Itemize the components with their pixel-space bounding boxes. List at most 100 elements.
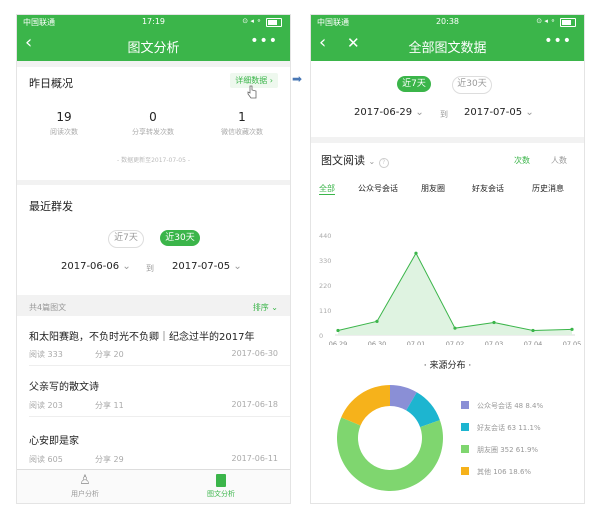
chevron-down-icon: ⌄ xyxy=(368,157,376,166)
donut-chart xyxy=(337,385,443,491)
date-from-text: 2017-06-06 xyxy=(61,261,120,272)
hand-cursor-icon xyxy=(247,85,257,99)
donut-title: · 来源分布 · xyxy=(423,361,472,371)
legend-swatch xyxy=(461,445,469,453)
article-share: 分享 29 xyxy=(95,455,124,464)
legend-text: 公众号会话 48 8.4% xyxy=(477,402,544,410)
article-title: 父亲写的散文诗 xyxy=(29,382,99,393)
stat-label: 阅读次数 xyxy=(50,128,78,136)
user-icon: ♙ xyxy=(79,473,91,488)
legend-text: 其他 106 18.6% xyxy=(477,468,532,476)
legend-text: 朋友圈 352 61.9% xyxy=(477,446,539,454)
data-point xyxy=(453,326,457,330)
date-from-text: 2017-06-29 xyxy=(354,107,413,118)
article-read: 阅读 605 xyxy=(29,455,63,464)
legend-swatch xyxy=(461,401,469,409)
page-title: 图文分析 xyxy=(127,41,180,56)
legend-item: 朋友圈 352 61.9% xyxy=(461,445,538,455)
date-to[interactable]: 2017-07-05 ⌄ xyxy=(464,107,534,118)
x-tick-label: 06.30 xyxy=(368,340,387,345)
date-to-text: 2017-07-05 xyxy=(172,261,231,272)
divider xyxy=(29,416,290,417)
tab-7-days[interactable]: 近7天 xyxy=(397,76,431,92)
article-read: 阅读 333 xyxy=(29,350,63,359)
article-title: 和太阳赛跑，不负时光不负卿｜纪念过半的2017年 xyxy=(29,332,255,343)
document-icon xyxy=(216,474,226,487)
tab-bar: ♙ 用户分析 图文分析 xyxy=(17,469,290,503)
line-chart: 440 330 220 110 0 06.29 06.30 07.01 07.02 07.03 07… xyxy=(319,232,582,345)
data-point xyxy=(492,320,496,325)
y-tick-label: 0 xyxy=(319,332,323,340)
arrow-right-icon: ➡ xyxy=(292,72,303,86)
source-tab-all[interactable]: 全部 xyxy=(319,183,335,195)
section-title[interactable]: 图文阅读 ⌄ ? xyxy=(321,152,389,168)
date-from[interactable]: 2017-06-06 ⌄ xyxy=(61,261,131,272)
legend-swatch xyxy=(461,467,469,475)
date-to[interactable]: 2017-07-05 ⌄ xyxy=(172,261,242,272)
donut-slice xyxy=(341,385,390,426)
date-from[interactable]: 2017-06-29 ⌄ xyxy=(354,107,424,118)
legend-item: 其他 106 18.6% xyxy=(461,467,531,477)
overview-title: 昨日概况 xyxy=(29,77,73,90)
tab-30-days[interactable]: 近30天 xyxy=(452,76,492,94)
phone-right: 中国联通 20:38 ⊙ ◂ ⚬ ‹ ✕ 全部图文数据 ••• 近7天 近30天… xyxy=(311,15,584,503)
data-point xyxy=(414,251,418,255)
page-title: 全部图文数据 xyxy=(408,41,487,56)
x-tick-label: 07.04 xyxy=(524,340,543,345)
y-tick-label: 330 xyxy=(319,257,331,265)
source-tab-friends[interactable]: 好友会话 xyxy=(472,183,504,194)
y-tick-label: 110 xyxy=(319,307,331,315)
article-title: 心安即是家 xyxy=(29,436,79,447)
stat-label: 分享转发次数 xyxy=(132,128,174,136)
legend-item: 公众号会话 48 8.4% xyxy=(461,401,543,411)
detail-data-label: 详细数据 xyxy=(235,76,268,85)
battery-icon xyxy=(266,18,282,27)
tab-user-analysis[interactable]: ♙ 用户分析 xyxy=(17,473,153,499)
more-icon[interactable]: ••• xyxy=(544,33,572,49)
stat-value: 19 xyxy=(56,110,72,124)
legend-swatch xyxy=(461,423,469,431)
source-tab-moments[interactable]: 朋友圈 xyxy=(421,183,445,194)
x-tick-label: 07.03 xyxy=(485,340,504,345)
status-bar: 中国联通 17:19 ⊙ ◂ ⚬ xyxy=(17,15,290,29)
divider xyxy=(29,365,290,366)
nav-bar: ‹ 图文分析 ••• xyxy=(17,29,290,61)
tab-30-days[interactable]: 近30天 xyxy=(160,230,200,246)
data-point xyxy=(336,328,340,333)
status-icons: ⊙ ◂ ⚬ xyxy=(242,17,262,25)
sort-button[interactable]: 排序 ⌄ xyxy=(253,302,278,313)
x-tick-label: 07.05 xyxy=(563,340,582,345)
toggle-people[interactable]: 人数 xyxy=(551,155,567,166)
data-point xyxy=(570,327,574,331)
stat-value: 1 xyxy=(238,110,246,124)
recent-title: 最近群发 xyxy=(29,200,73,213)
chevron-down-icon: ⌄ xyxy=(233,261,242,272)
x-tick-label: 07.02 xyxy=(446,340,465,345)
updated-text: 数据更新至2017-07-05 xyxy=(121,157,186,164)
toggle-count[interactable]: 次数 xyxy=(514,155,530,166)
source-tab-history[interactable]: 历史消息 xyxy=(532,183,564,194)
recent-card: 最近群发 近7天 近30天 2017-06-06 ⌄ 到 2017-07-05 … xyxy=(17,185,290,295)
y-tick-label: 220 xyxy=(319,282,331,290)
legend-item: 好友会话 63 11.1% xyxy=(461,423,541,433)
more-icon[interactable]: ••• xyxy=(250,33,278,49)
info-icon: ? xyxy=(378,158,389,168)
tab-label: 用户分析 xyxy=(71,490,99,498)
x-tick-label: 07.01 xyxy=(407,340,426,345)
legend-text: 好友会话 63 11.1% xyxy=(477,424,541,432)
donut-slice xyxy=(337,417,443,491)
stat-label: 微信收藏次数 xyxy=(221,128,263,136)
source-tab-official[interactable]: 公众号会话 xyxy=(358,183,398,194)
sort-label: 排序 xyxy=(252,303,269,312)
article-list: 和太阳赛跑，不负时光不负卿｜纪念过半的2017年 阅读 333 分享 20 20… xyxy=(17,316,290,470)
status-bar: 中国联通 20:38 ⊙ ◂ ⚬ xyxy=(311,15,584,29)
chevron-down-icon: ⌄ xyxy=(122,261,131,272)
tab-label: 图文分析 xyxy=(207,490,235,498)
article-date: 2017-06-18 xyxy=(231,400,279,409)
tab-7-days[interactable]: 近7天 xyxy=(108,230,144,248)
data-point xyxy=(531,328,535,333)
tab-article-analysis[interactable]: 图文分析 xyxy=(153,473,289,499)
date-separator: 到 xyxy=(440,110,448,119)
battery-icon xyxy=(560,18,576,27)
section-gap xyxy=(311,137,584,143)
